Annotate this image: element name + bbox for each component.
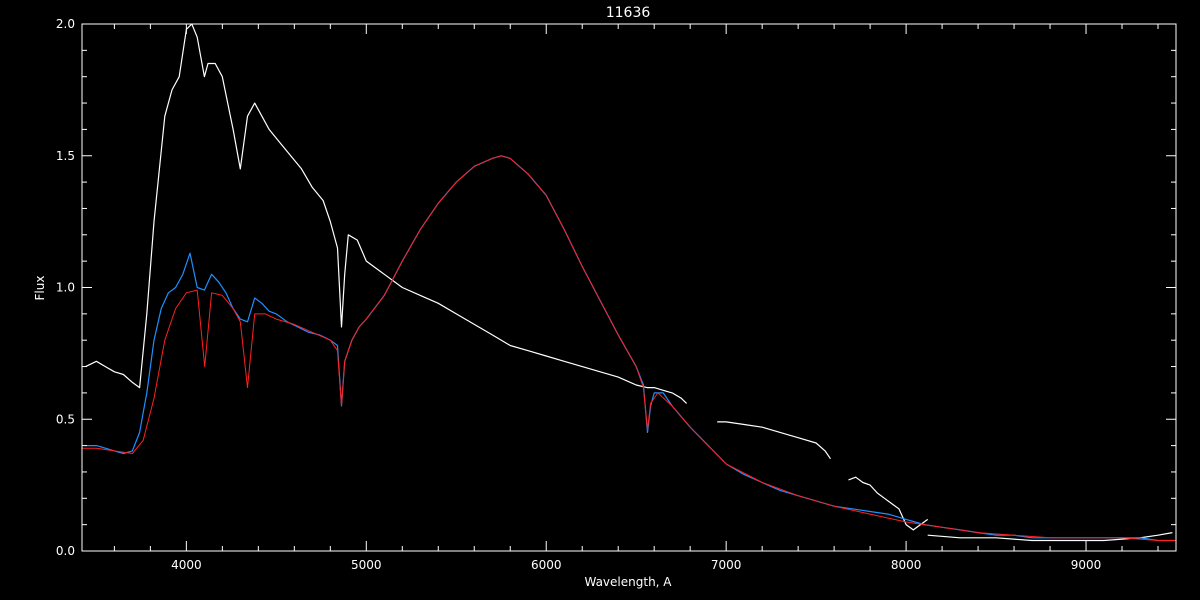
y-tick-label: 2.0 [56,17,75,31]
y-tick-label: 0.0 [56,544,75,558]
chart-title: 11636 [606,5,651,21]
y-tick-label: 1.5 [56,149,75,163]
y-tick-label: 1.0 [56,281,75,295]
x-axis-label: Wavelength, A [584,575,672,589]
x-tick-label: 7000 [711,558,742,572]
x-tick-label: 9000 [1071,558,1102,572]
y-axis-label: Flux [33,276,47,301]
x-tick-label: 5000 [351,558,382,572]
y-tick-label: 0.5 [56,412,75,426]
x-tick-label: 8000 [891,558,922,572]
x-tick-label: 6000 [531,558,562,572]
spectrum-chart: 4000 5000 6000 7000 8000 90000.00.51.01.52.0 … [0,0,1200,600]
x-tick-label: 4000 [171,558,202,572]
